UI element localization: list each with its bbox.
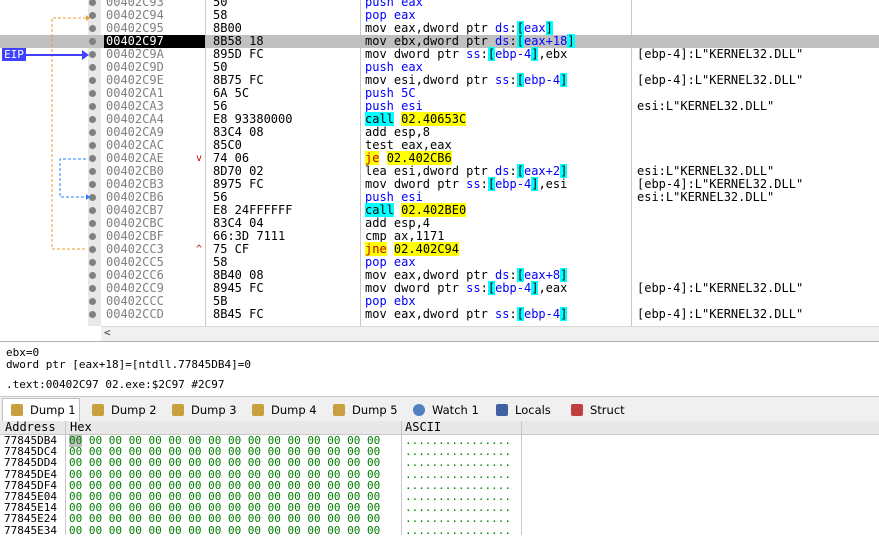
horizontal-scrollbar[interactable] (101, 326, 879, 341)
instruction-text: mov eax,dword ptr ss:[ebp-4] (365, 307, 568, 321)
tab-label: Watch 1 (432, 403, 479, 417)
tab-dump-4[interactable]: Dump 4 (244, 399, 323, 421)
dump-icon (252, 404, 264, 416)
tab-label: Dump 1 (30, 403, 76, 417)
scroll-left-icon[interactable]: < (104, 326, 116, 340)
instruction-comment: esi:L"KERNEL32.DLL" (637, 190, 775, 204)
info-location-line: .text:00402C97 02.exe:$2C97 #2C97 (6, 378, 225, 391)
tab-dump-3[interactable]: Dump 3 (164, 399, 242, 421)
tab-label: Locals (515, 403, 551, 417)
address-column-header[interactable]: Address (2, 421, 56, 434)
tab-label: Struct (590, 403, 625, 417)
dump-icon (172, 404, 184, 416)
info-panel: ebx=0 dword ptr [eax+18]=[ntdll.77845DB4… (0, 341, 879, 397)
hex-column-header[interactable]: Hex (67, 421, 92, 434)
dump-tab-bar: Dump 1 Dump 2 Dump 3 Dump 4 Dump 5 Watch 1 Loc… (0, 396, 879, 422)
dump-header: Address Hex ASCII (0, 421, 879, 435)
tab-dump-1[interactable]: Dump 1 (2, 398, 80, 422)
instruction-comment: esi:L"KERNEL32.DLL" (637, 99, 775, 113)
tab-label: Dump 2 (111, 403, 157, 417)
watch-icon (413, 404, 425, 416)
instruction-comment: [ebp-4]:L"KERNEL32.DLL" (637, 307, 804, 321)
info-operand-line: dword ptr [eax+18]=[ntdll.77845DB4]=0 (6, 358, 252, 371)
instruction-address: 00402CCD (106, 307, 164, 321)
tab-label: Dump 4 (271, 403, 317, 417)
dump-icon (92, 404, 104, 416)
jump-down-icon: v (196, 153, 203, 164)
eip-arrow-head (82, 50, 89, 60)
ascii-column-header[interactable]: ASCII (402, 421, 441, 434)
struct-icon (571, 404, 583, 416)
eip-marker: EIP (2, 48, 26, 61)
tab-label: Dump 5 (352, 403, 398, 417)
disasm-row[interactable]: 00402CCD 8B45 FC mov eax,dword ptr ss:[ebp… (0, 307, 879, 321)
tab-label: Dump 3 (191, 403, 237, 417)
instruction-comment: [ebp-4]:L"KERNEL32.DLL" (637, 73, 804, 87)
instruction-comment: [ebp-4]:L"KERNEL32.DLL" (637, 47, 804, 61)
eip-arrow-line (26, 54, 84, 56)
dump-icon (333, 404, 345, 416)
tab-struct[interactable]: Struct (563, 399, 627, 421)
dump-icon (11, 404, 23, 416)
jump-up-icon: ^ (196, 244, 203, 255)
disassembly-view[interactable]: 00402C93 50 push eax 00402C94 58 pop eax 00402… (0, 0, 879, 326)
hex-dump-view[interactable]: Address Hex ASCII 77845DB4 00 00 00 00 00… (0, 421, 879, 535)
tab-dump-5[interactable]: Dump 5 (325, 399, 403, 421)
locals-icon (496, 404, 508, 416)
instruction-bytes: 8B45 FC (213, 307, 264, 321)
tab-dump-2[interactable]: Dump 2 (84, 399, 162, 421)
instruction-comment: [ebp-4]:L"KERNEL32.DLL" (637, 281, 804, 295)
tab-watch-1[interactable]: Watch 1 (405, 399, 486, 421)
tab-locals[interactable]: Locals (488, 399, 561, 421)
